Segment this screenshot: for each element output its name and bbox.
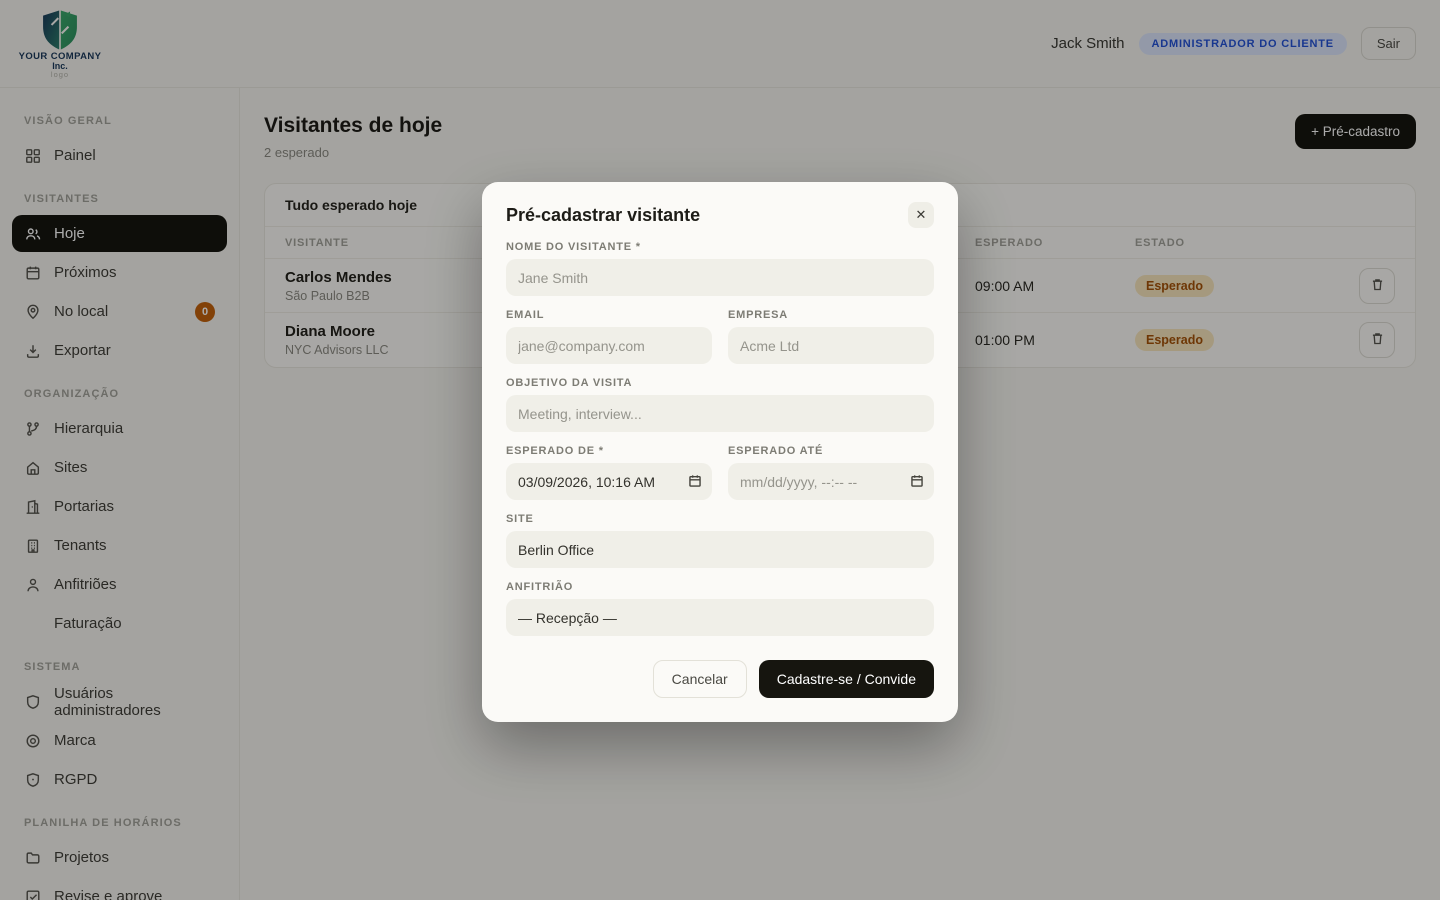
visitor-name-input[interactable]	[506, 259, 934, 296]
site-select[interactable]: Berlin Office	[506, 531, 934, 568]
close-button[interactable]: ✕	[908, 202, 934, 228]
submit-button[interactable]: Cadastre-se / Convide	[758, 660, 934, 698]
calendar-icon[interactable]	[910, 474, 924, 493]
company-field-label: EMPRESA	[728, 309, 788, 321]
email-input[interactable]	[506, 327, 712, 364]
host-field-label: ANFITRIÃO	[506, 581, 574, 593]
pre-register-modal: Pré-cadastrar visitante ✕ NOME DO VISITA…	[482, 182, 958, 722]
company-input[interactable]	[728, 327, 934, 364]
site-field-label: SITE	[506, 513, 534, 525]
email-field-label: EMAIL	[506, 309, 545, 321]
visit-purpose-input[interactable]	[506, 395, 934, 432]
modal-title: Pré-cadastrar visitante	[506, 204, 701, 225]
expected-until-label: ESPERADO ATÉ	[728, 445, 824, 457]
name-field-label: NOME DO VISITANTE *	[506, 241, 641, 253]
purpose-field-label: OBJETIVO DA VISITA	[506, 377, 633, 389]
calendar-icon[interactable]	[688, 474, 702, 493]
expected-until-input[interactable]	[728, 463, 934, 500]
expected-from-label: ESPERADO DE *	[506, 445, 604, 457]
close-icon: ✕	[915, 207, 927, 222]
host-select[interactable]: — Recepção —	[506, 599, 934, 636]
cancel-button[interactable]: Cancelar	[652, 660, 747, 698]
expected-from-input[interactable]	[506, 463, 712, 500]
